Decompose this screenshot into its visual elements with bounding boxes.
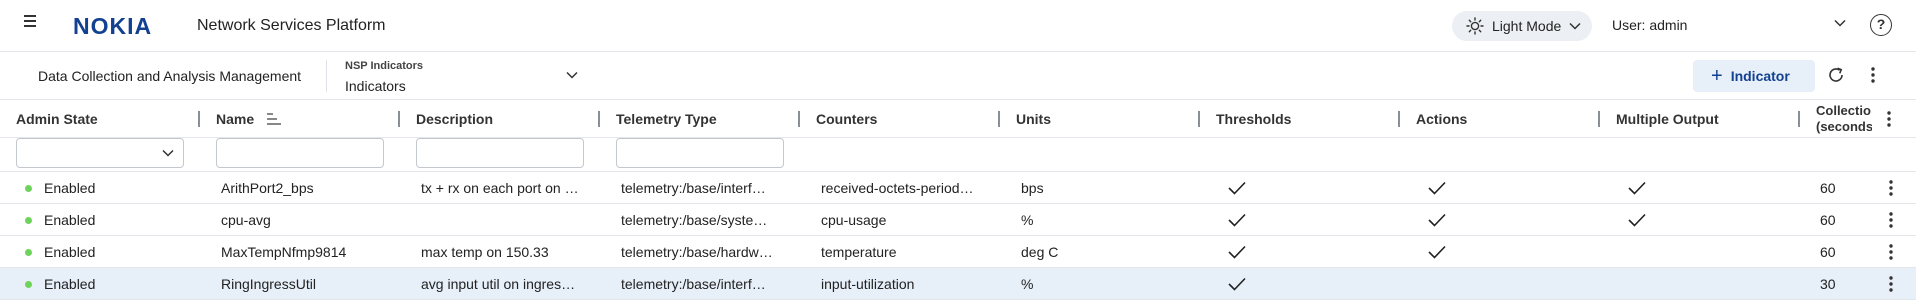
- column-resize-handle[interactable]: [1598, 111, 1600, 127]
- name-filter-input[interactable]: [216, 138, 384, 168]
- light-mode-toggle[interactable]: Light Mode: [1452, 11, 1592, 41]
- collection-cell: 60: [1820, 212, 1836, 228]
- name-cell: RingIngressUtil: [221, 276, 316, 292]
- column-header-thresholds[interactable]: Thresholds: [1216, 111, 1291, 127]
- name-cell: MaxTempNfmp9814: [221, 244, 347, 260]
- column-header-collection-line2: (seconds: [1816, 119, 1872, 134]
- admin-state-filter-select[interactable]: [16, 138, 184, 168]
- telemetry-type-cell: telemetry:/base/interf…: [621, 180, 766, 196]
- name-cell: cpu-avg: [221, 212, 271, 228]
- column-resize-handle[interactable]: [398, 111, 400, 127]
- column-resize-handle[interactable]: [1398, 111, 1400, 127]
- column-resize-handle[interactable]: [998, 111, 1000, 127]
- admin-state-cell: Enabled: [44, 244, 96, 260]
- refresh-icon[interactable]: [1826, 65, 1846, 85]
- description-cell: max temp on 150.33: [421, 244, 549, 260]
- column-header-actions[interactable]: Actions: [1416, 111, 1467, 127]
- column-header-multiple-output[interactable]: Multiple Output: [1616, 111, 1719, 127]
- column-header-description[interactable]: Description: [416, 111, 493, 127]
- column-resize-handle[interactable]: [1198, 111, 1200, 127]
- add-indicator-button[interactable]: + Indicator: [1693, 60, 1815, 92]
- thresholds-check-icon: [1228, 277, 1246, 294]
- column-header-units[interactable]: Units: [1016, 111, 1051, 127]
- thresholds-check-icon: [1228, 181, 1246, 198]
- status-dot-icon: [25, 281, 32, 288]
- column-header-counters[interactable]: Counters: [816, 111, 877, 127]
- column-header-telemetry-type[interactable]: Telemetry Type: [616, 111, 717, 127]
- multiple-output-check-icon: [1628, 213, 1646, 230]
- counters-cell: temperature: [821, 244, 897, 260]
- name-cell: ArithPort2_bps: [221, 180, 314, 196]
- telemetry-type-filter-input[interactable]: [616, 138, 784, 168]
- description-filter-input[interactable]: [416, 138, 584, 168]
- column-header-collection-line1: Collectio: [1816, 103, 1871, 118]
- admin-state-cell: Enabled: [44, 180, 96, 196]
- counters-cell: received-octets-period…: [821, 180, 974, 196]
- telemetry-type-cell: telemetry:/base/interf…: [621, 276, 766, 292]
- telemetry-type-cell: telemetry:/base/hardw…: [621, 244, 773, 260]
- collection-cell: 30: [1820, 276, 1836, 292]
- row-actions-icon[interactable]: [1888, 243, 1894, 264]
- chevron-down-icon[interactable]: [162, 149, 174, 157]
- units-cell: deg C: [1021, 244, 1059, 260]
- mode-label: Light Mode: [1492, 18, 1562, 34]
- actions-check-icon: [1428, 245, 1446, 262]
- plus-icon: +: [1711, 65, 1723, 87]
- units-cell: %: [1021, 276, 1034, 292]
- more-options-icon[interactable]: [1870, 66, 1876, 84]
- admin-state-cell: Enabled: [44, 212, 96, 228]
- row-actions-icon[interactable]: [1888, 211, 1894, 232]
- add-indicator-label: Indicator: [1730, 68, 1790, 84]
- user-chevron-down-icon[interactable]: [1834, 19, 1846, 27]
- admin-state-cell: Enabled: [44, 276, 96, 292]
- status-dot-icon: [25, 249, 32, 256]
- row-actions-icon[interactable]: [1888, 179, 1894, 200]
- column-menu-icon[interactable]: [1886, 110, 1892, 128]
- sort-icon[interactable]: [267, 113, 281, 125]
- row-actions-icon[interactable]: [1888, 275, 1894, 296]
- telemetry-type-cell: telemetry:/base/syste…: [621, 212, 768, 228]
- multiple-output-check-icon: [1628, 181, 1646, 198]
- view-selector[interactable]: Indicators: [345, 78, 406, 94]
- column-resize-handle[interactable]: [798, 111, 800, 127]
- chevron-down-icon: [1569, 22, 1581, 30]
- actions-check-icon: [1428, 181, 1446, 198]
- app-title: Network Services Platform: [197, 17, 386, 34]
- description-cell: avg input util on ingres…: [421, 276, 576, 292]
- view-selector-label: NSP Indicators: [345, 60, 424, 72]
- counters-cell: input-utilization: [821, 276, 915, 292]
- column-header-name[interactable]: Name: [216, 111, 254, 127]
- divider: [326, 60, 327, 92]
- nokia-logo: NOKIA: [73, 13, 153, 39]
- status-dot-icon: [25, 217, 32, 224]
- thresholds-check-icon: [1228, 213, 1246, 230]
- units-cell: bps: [1021, 180, 1044, 196]
- breadcrumb[interactable]: Data Collection and Analysis Management: [38, 68, 301, 84]
- collection-cell: 60: [1820, 244, 1836, 260]
- thresholds-check-icon: [1228, 245, 1246, 262]
- actions-check-icon: [1428, 213, 1446, 230]
- sun-icon: [1466, 17, 1484, 35]
- user-menu[interactable]: User: admin: [1612, 17, 1687, 33]
- counters-cell: cpu-usage: [821, 212, 887, 228]
- column-resize-handle[interactable]: [1798, 111, 1800, 127]
- help-icon[interactable]: ?: [1870, 14, 1892, 36]
- chevron-down-icon[interactable]: [566, 71, 578, 79]
- column-header-collection[interactable]: Collectio (seconds: [1816, 103, 1872, 135]
- column-header-admin-state[interactable]: Admin State: [16, 111, 98, 127]
- description-cell: tx + rx on each port on …: [421, 180, 579, 196]
- collection-cell: 60: [1820, 180, 1836, 196]
- column-resize-handle[interactable]: [598, 111, 600, 127]
- units-cell: %: [1021, 212, 1034, 228]
- column-resize-handle[interactable]: [198, 111, 200, 127]
- status-dot-icon: [25, 185, 32, 192]
- menu-icon[interactable]: [24, 15, 40, 29]
